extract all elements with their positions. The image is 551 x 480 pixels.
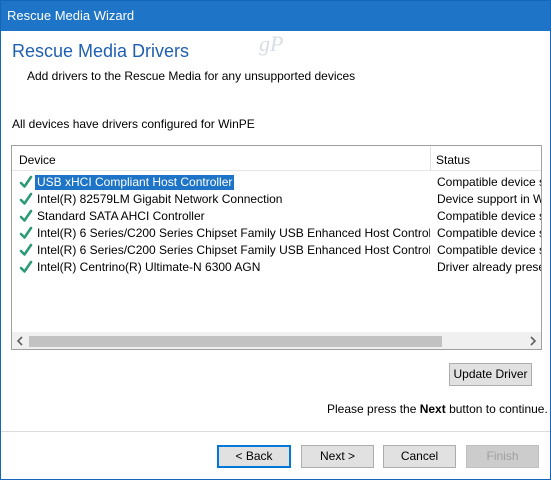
device-name: USB xHCI Compliant Host Controller: [35, 174, 236, 191]
device-status: Compatible device su: [437, 209, 541, 223]
back-button[interactable]: < Back: [217, 445, 291, 468]
cancel-button[interactable]: Cancel: [383, 445, 456, 468]
checkmark-icon: [19, 226, 33, 239]
list-item[interactable]: Intel(R) Centrino(R) Ultimate-N 6300 AGN…: [12, 259, 541, 276]
device-status: Driver already prese: [437, 260, 541, 274]
window-title: Rescue Media Wizard: [7, 8, 135, 23]
column-header-status[interactable]: Status: [436, 153, 470, 167]
checkmark-icon: [19, 175, 33, 188]
device-name: Intel(R) Centrino(R) Ultimate-N 6300 AGN: [37, 260, 261, 274]
device-cell: Standard SATA AHCI Controller: [35, 208, 430, 225]
list-item[interactable]: Intel(R) 6 Series/C200 Series Chipset Fa…: [12, 242, 541, 259]
hint-text-before: Please press the: [327, 402, 420, 416]
page-subtitle: Add drivers to the Rescue Media for any …: [27, 69, 356, 83]
scrollbar-thumb[interactable]: [29, 336, 442, 347]
list-item[interactable]: Intel(R) 6 Series/C200 Series Chipset Fa…: [12, 225, 541, 242]
hint-text-bold: Next: [419, 402, 446, 416]
checkmark-icon: [19, 243, 33, 256]
list-item[interactable]: USB xHCI Compliant Host Controller Compat…: [12, 174, 541, 191]
checkmark-icon: [19, 209, 33, 222]
horizontal-scrollbar[interactable]: [12, 332, 541, 349]
device-name: Intel(R) 6 Series/C200 Series Chipset Fa…: [37, 226, 430, 240]
checkmark-icon: [19, 192, 33, 205]
device-name: Intel(R) 82579LM Gigabit Network Connect…: [37, 192, 283, 206]
watermark-logo: gP: [259, 31, 284, 56]
device-cell: Intel(R) Centrino(R) Ultimate-N 6300 AGN: [35, 259, 430, 276]
status-message: All devices have drivers configured for …: [12, 117, 255, 131]
device-cell: Intel(R) 6 Series/C200 Series Chipset Fa…: [35, 242, 430, 259]
checkmark-icon: [19, 260, 33, 273]
device-cell: Intel(R) 6 Series/C200 Series Chipset Fa…: [35, 225, 430, 242]
device-cell: USB xHCI Compliant Host Controller: [35, 174, 430, 191]
device-status: Device support in W: [437, 192, 541, 206]
list-header: Device Status: [12, 146, 541, 171]
device-list[interactable]: Device Status USB xHCI Compliant Host Co…: [11, 145, 542, 350]
column-divider[interactable]: [430, 146, 431, 170]
next-button[interactable]: Next >: [301, 445, 374, 468]
scroll-left-arrow-icon[interactable]: [14, 335, 26, 347]
scroll-right-arrow-icon[interactable]: [527, 335, 539, 347]
list-item[interactable]: Standard SATA AHCI Controller Compatible …: [12, 208, 541, 225]
continue-hint: Please press the Next button to continue…: [327, 402, 548, 416]
title-bar[interactable]: Rescue Media Wizard: [1, 1, 550, 31]
device-cell: Intel(R) 82579LM Gigabit Network Connect…: [35, 191, 430, 208]
update-driver-button[interactable]: Update Driver: [449, 363, 532, 386]
device-status: Compatible device su: [437, 226, 541, 240]
page-title: Rescue Media Drivers: [12, 41, 190, 61]
device-name: Standard SATA AHCI Controller: [37, 209, 205, 223]
wizard-window: Rescue Media Wizard gP Rescue Media Driv…: [0, 0, 551, 480]
device-status: Compatible device su: [437, 175, 541, 189]
device-status: Compatible device su: [437, 243, 541, 257]
list-item[interactable]: Intel(R) 82579LM Gigabit Network Connect…: [12, 191, 541, 208]
device-name: Intel(R) 6 Series/C200 Series Chipset Fa…: [37, 243, 430, 257]
column-header-device[interactable]: Device: [19, 153, 56, 167]
finish-button: Finish: [466, 445, 539, 468]
hint-text-after: button to continue.: [445, 402, 548, 416]
